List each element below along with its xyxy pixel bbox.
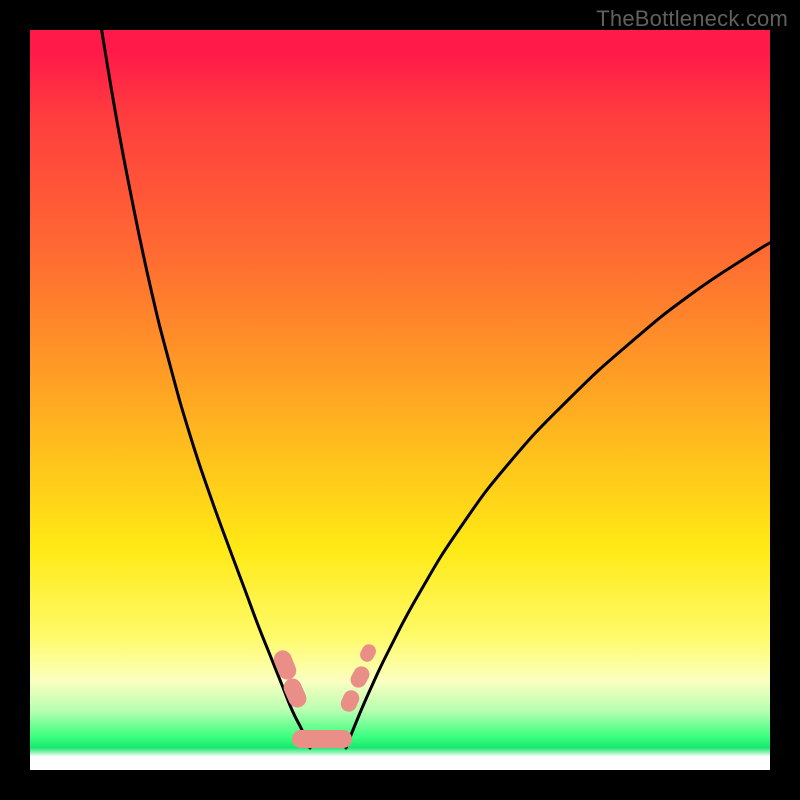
outer-frame: TheBottleneck.com (0, 0, 800, 800)
left-curve (100, 30, 310, 748)
chart-plot-area (30, 30, 770, 770)
curve-layer (30, 30, 770, 770)
watermark-text: TheBottleneck.com (596, 6, 788, 32)
right-curve (346, 240, 770, 748)
marker-bottom-bar (292, 730, 352, 748)
